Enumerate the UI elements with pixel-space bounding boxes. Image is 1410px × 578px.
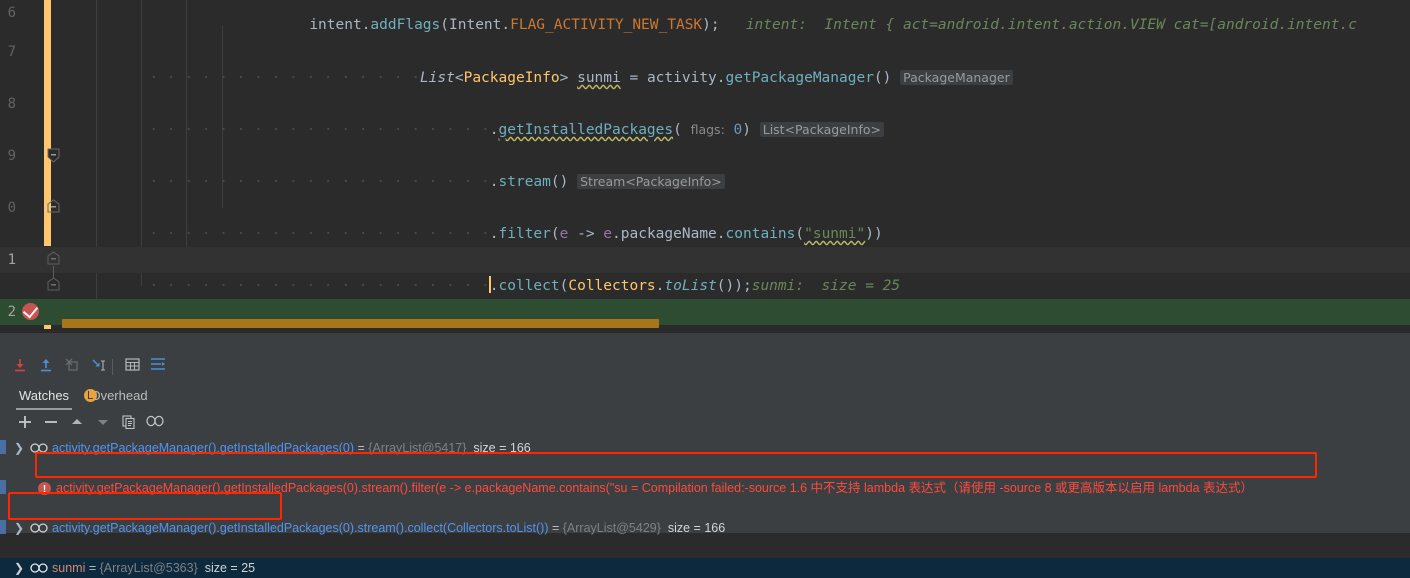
watch-size: size = 25 [204, 561, 256, 575]
expand-chevron-icon[interactable]: ❯ [14, 518, 24, 538]
watch-size: size = 166 [473, 441, 531, 455]
line-number: 7 [7, 44, 16, 60]
step-into-icon[interactable] [8, 354, 32, 378]
inlay-hint: PackageManager [900, 70, 1013, 85]
settings-list-icon[interactable] [146, 354, 170, 378]
watch-ref: {ArrayList@5363} [99, 561, 198, 575]
watch-equals: = [85, 561, 100, 575]
error-icon [38, 480, 51, 500]
tab-active-underline [16, 408, 72, 410]
watch-glasses-icon [30, 523, 48, 533]
debugger-panel: Watches Overhead ❯ activity.getPackageMa… [0, 332, 1410, 578]
force-step-into-icon[interactable] [86, 354, 110, 378]
inlay-hint: List<PackageInfo> [759, 122, 885, 137]
watch-row-error[interactable]: activity.getPackageManager().getInstalle… [0, 478, 1410, 500]
watch-equals: = [354, 441, 369, 455]
tab-overhead[interactable]: Overhead [84, 384, 150, 410]
tab-watches-label: Watches [18, 388, 70, 403]
inline-debug-value: Intent { act=android.intent.action.VIEW … [824, 17, 1357, 33]
code-line[interactable]: 1 · · · · · · · · · · · · · · · · · · · … [0, 247, 1410, 294]
copy-value-button[interactable] [118, 412, 140, 434]
remove-watch-button[interactable] [40, 412, 62, 434]
watch-expression: sunmi [52, 561, 86, 575]
tab-watches[interactable]: Watches [16, 384, 72, 410]
watch-toggle-button[interactable] [144, 412, 166, 434]
line-number-gutter: 0 [0, 195, 40, 221]
watch-text: sunmi = {ArrayList@5363} size = 25 [52, 558, 255, 578]
debugger-tabs: Watches Overhead [0, 384, 1410, 410]
watch-expression: activity.getPackageManager().getInstalle… [52, 441, 355, 455]
line-number: 2 [7, 304, 16, 320]
row-left-marker [0, 440, 6, 454]
code-fold-marker[interactable] [47, 251, 60, 266]
tab-overhead-label: Overhead [90, 388, 148, 403]
watches-toolbar [8, 412, 308, 436]
expand-chevron-icon[interactable]: ❯ [14, 558, 24, 578]
code-editor[interactable]: 6 intent.addFlags(Intent.FLAG_ACTIVITY_N… [0, 0, 1410, 330]
move-down-button[interactable] [92, 412, 114, 434]
code-line[interactable]: 9 · · · · · · · · · · · · · · · · · · · … [0, 143, 1410, 190]
line-number-gutter: 6 [0, 0, 40, 26]
watch-row[interactable]: ❯ activity.getPackageManager().getInstal… [0, 518, 1410, 538]
watch-glasses-icon [30, 443, 48, 453]
watch-text: activity.getPackageManager().getInstalle… [52, 438, 531, 458]
breakpoint-icon[interactable] [22, 302, 39, 320]
watch-glasses-icon [30, 563, 48, 573]
expand-chevron-icon[interactable]: ❯ [14, 438, 24, 458]
line-number: 8 [7, 96, 16, 112]
watch-text: activity.getPackageManager().getInstalle… [52, 518, 725, 538]
line-number-gutter: 7 [0, 39, 40, 65]
toolbar-divider [112, 359, 113, 375]
ide-window: 6 intent.addFlags(Intent.FLAG_ACTIVITY_N… [0, 0, 1410, 578]
fold-connector [53, 266, 54, 278]
line-number-gutter: 8 [0, 91, 40, 117]
line-number: 1 [7, 252, 16, 268]
line-number: 6 [7, 5, 16, 21]
code-lines: 6 intent.addFlags(Intent.FLAG_ACTIVITY_N… [0, 0, 1410, 330]
editor-horizontal-scrollbar[interactable] [62, 319, 659, 328]
line-number: 0 [7, 200, 16, 216]
line-number: 9 [7, 148, 16, 164]
code-line[interactable]: 6 intent.addFlags(Intent.FLAG_ACTIVITY_N… [0, 0, 1410, 33]
code-fold-marker[interactable] [47, 277, 60, 292]
watch-row[interactable]: ❯ activity.getPackageManager().getInstal… [0, 438, 1410, 458]
code-fold-marker[interactable] [47, 148, 60, 163]
row-left-marker [0, 480, 6, 494]
watch-error-text: activity.getPackageManager().getInstalle… [56, 481, 1253, 495]
watch-row-selected[interactable]: ❯ sunmi = {ArrayList@5363} size = 25 [0, 558, 1410, 578]
debugger-toolbar [0, 354, 1410, 382]
code-line[interactable]: 8 · · · · · · · · · · · · · · · · · · · … [0, 91, 1410, 138]
editor-bottom-border [0, 329, 1410, 330]
add-watch-button[interactable] [14, 412, 36, 434]
watch-ref: {ArrayList@5417} [368, 441, 467, 455]
overhead-warning-icon [84, 389, 97, 402]
move-up-button[interactable] [66, 412, 88, 434]
code-line[interactable]: 0 · · · · · · · · · · · · · · · · · · · … [0, 195, 1410, 242]
row-left-marker [0, 520, 6, 534]
panel-divider [0, 332, 1410, 333]
code-fold-marker[interactable] [47, 199, 60, 214]
line-number-gutter: 9 [0, 143, 40, 169]
drop-frame-icon [60, 354, 84, 378]
code-line[interactable]: 7 · · · · · · · · · · · · · · · ·List<Pa… [0, 39, 1410, 86]
inlay-hint: Stream<PackageInfo> [577, 174, 725, 189]
inline-debug-value: sunmi: size = 25 [751, 278, 901, 294]
evaluate-expression-icon[interactable] [120, 354, 144, 378]
line-number-gutter: 1 [0, 247, 40, 273]
step-out-icon[interactable] [34, 354, 58, 378]
watches-list[interactable]: ❯ activity.getPackageManager().getInstal… [0, 438, 1410, 578]
